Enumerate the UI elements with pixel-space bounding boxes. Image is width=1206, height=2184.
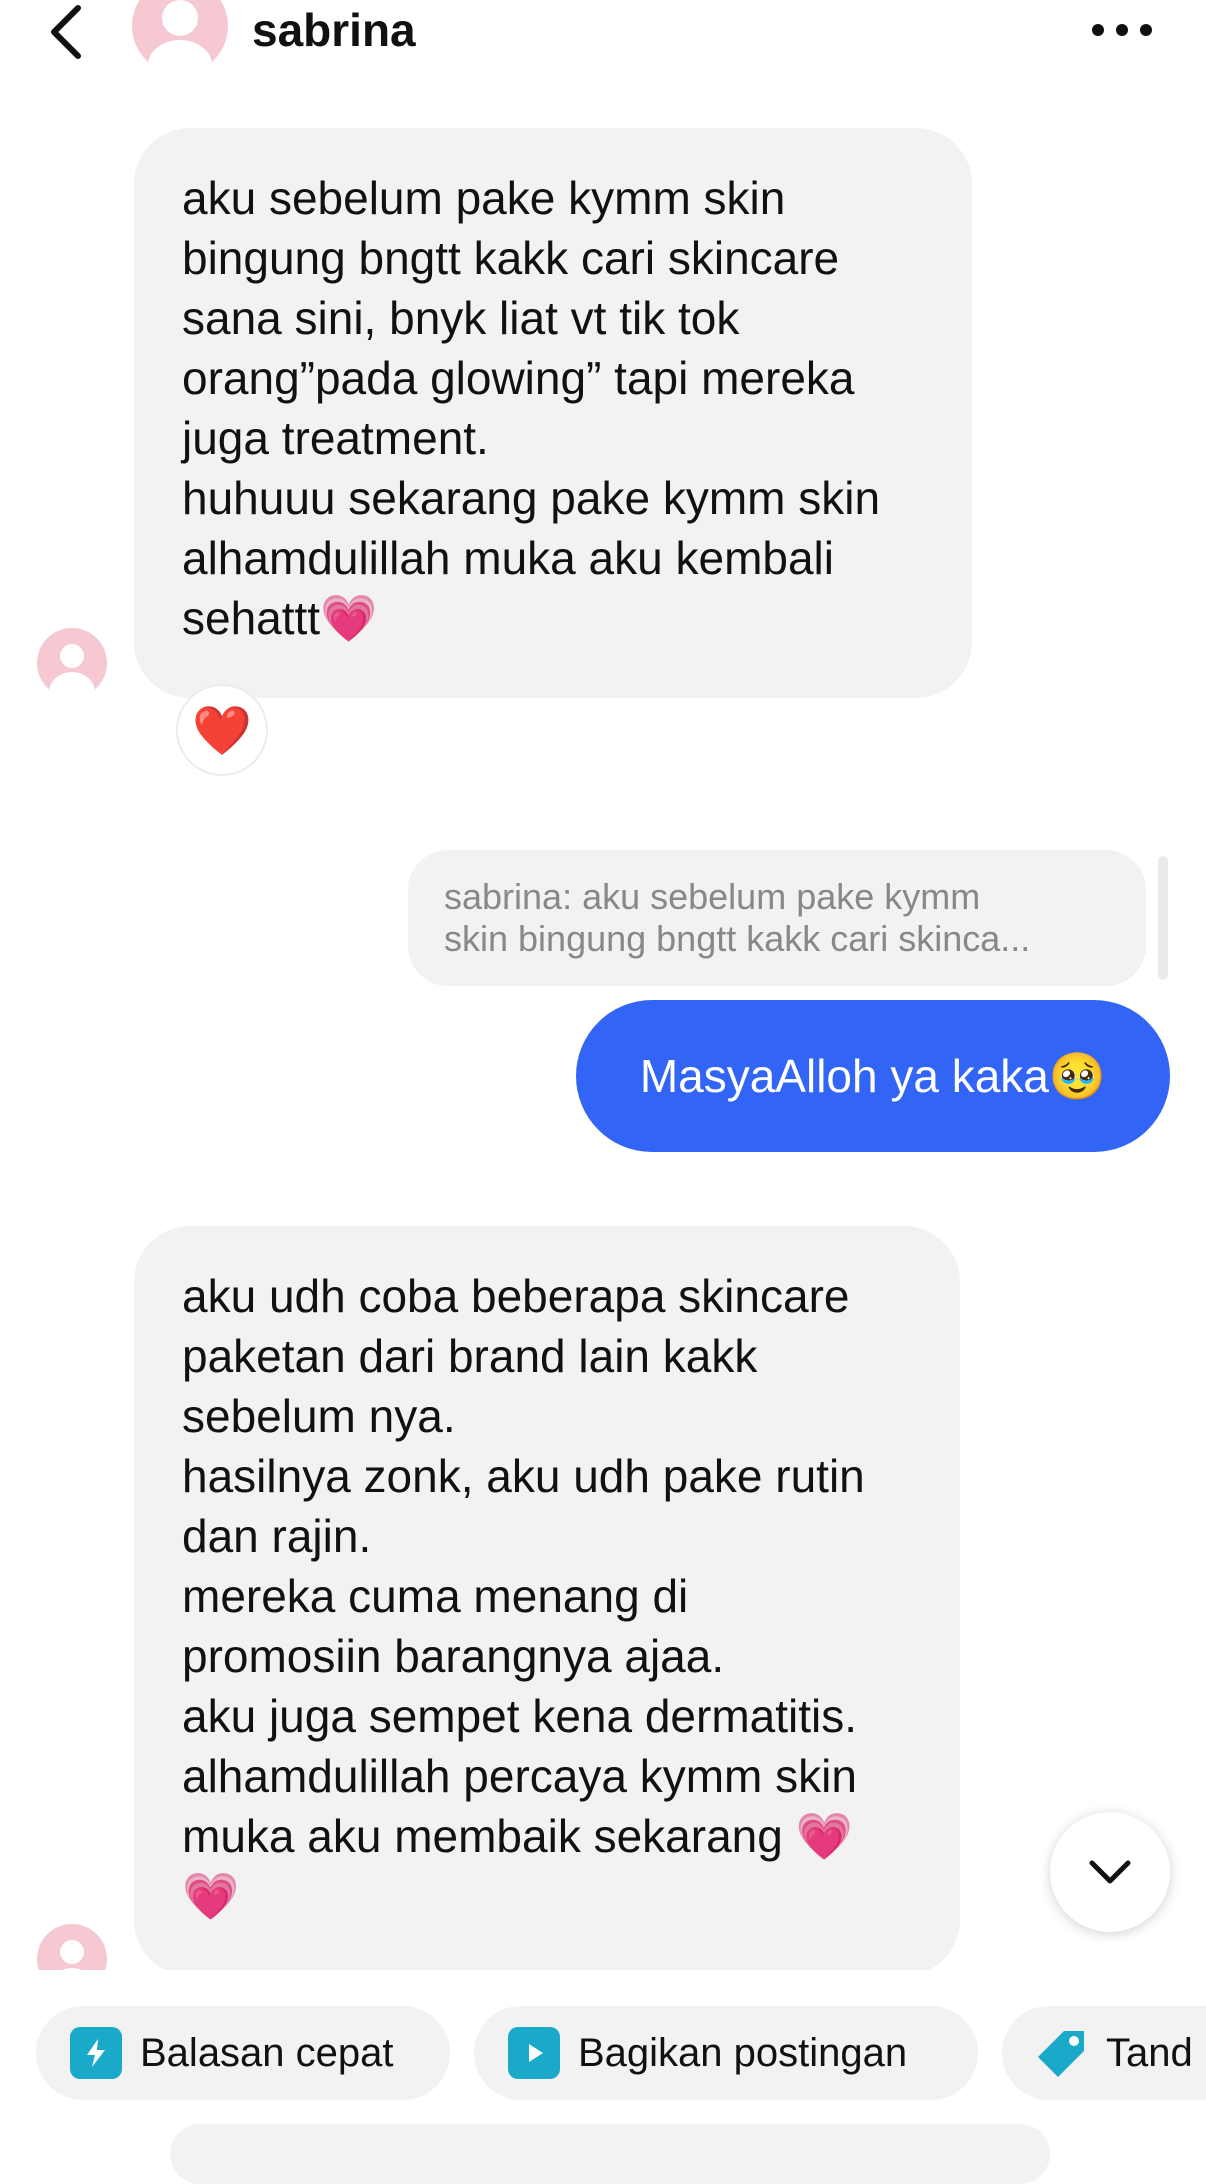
outgoing-message-text: MasyaAlloh ya kaka🥹 bbox=[639, 1049, 1107, 1102]
chat-header: sabrina bbox=[0, 0, 1206, 80]
reply-quote-bar bbox=[1158, 856, 1168, 980]
red-heart-icon: ❤️ bbox=[192, 702, 252, 759]
sender-avatar[interactable] bbox=[37, 628, 107, 698]
bolt-chat-icon bbox=[70, 2027, 122, 2079]
back-arrow-icon[interactable] bbox=[44, 2, 92, 62]
avatar[interactable] bbox=[132, 0, 228, 74]
more-options-icon[interactable] bbox=[1090, 18, 1154, 42]
tag-icon bbox=[1036, 2027, 1088, 2079]
chip-label: Bagikan postingan bbox=[578, 2030, 908, 2075]
tag-chip[interactable]: Tand bbox=[1002, 2006, 1206, 2100]
scroll-down-button[interactable] bbox=[1050, 1812, 1170, 1932]
chip-label: Tand bbox=[1106, 2030, 1193, 2075]
outgoing-message[interactable]: MasyaAlloh ya kaka🥹 bbox=[576, 1000, 1170, 1152]
incoming-message[interactable]: aku sebelum pake kymm skin bingung bngtt… bbox=[134, 128, 972, 698]
quick-reply-chip[interactable]: Balasan cepat bbox=[36, 2006, 450, 2100]
chevron-down-icon bbox=[1089, 1860, 1131, 1884]
reply-quote[interactable]: sabrina: aku sebelum pake kymm skin bing… bbox=[408, 850, 1146, 986]
chip-label: Balasan cepat bbox=[140, 2030, 394, 2075]
play-square-icon bbox=[508, 2027, 560, 2079]
message-input[interactable] bbox=[170, 2124, 1050, 2184]
incoming-message[interactable]: aku udh coba beberapa skincare paketan d… bbox=[134, 1226, 960, 1976]
share-post-chip[interactable]: Bagikan postingan bbox=[474, 2006, 978, 2100]
heart-reaction[interactable]: ❤️ bbox=[176, 684, 268, 776]
chat-username[interactable]: sabrina bbox=[252, 2, 416, 58]
